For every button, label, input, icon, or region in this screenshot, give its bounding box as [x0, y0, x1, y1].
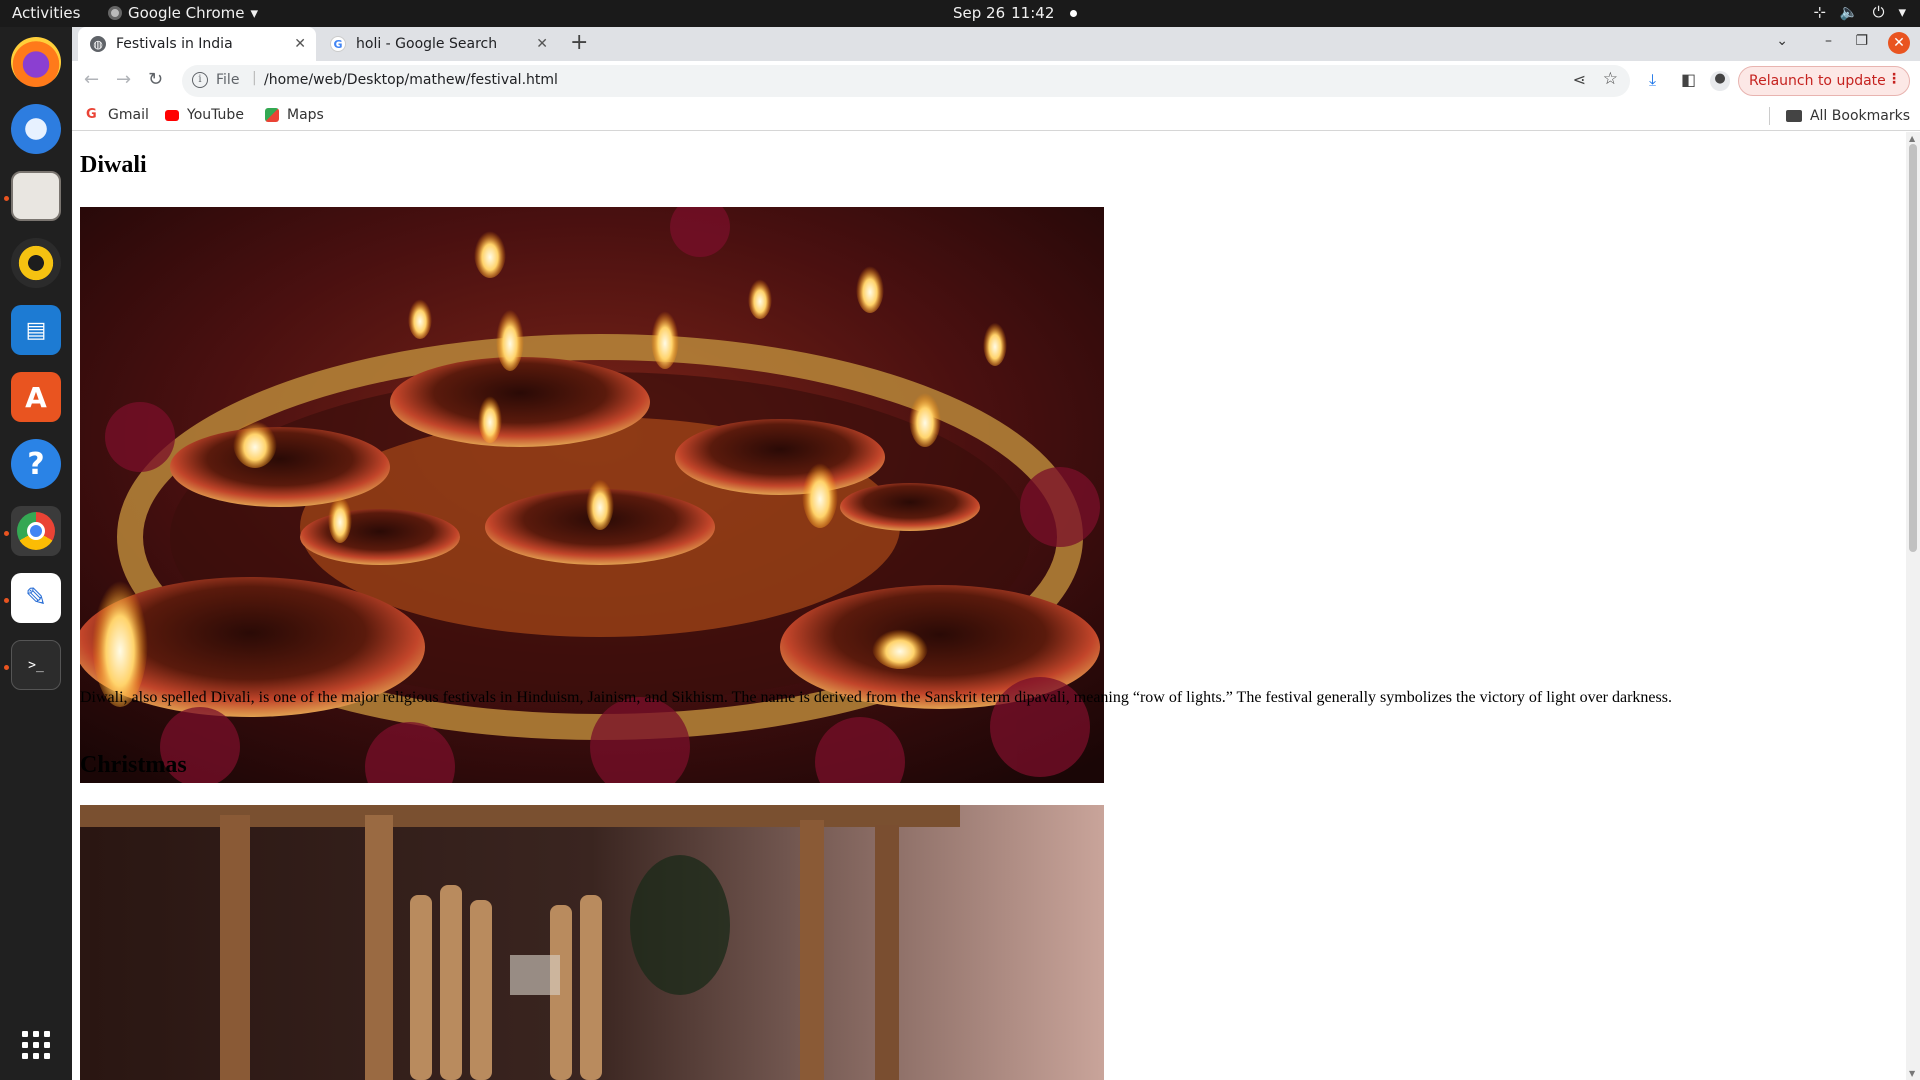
- dock: ▤ A ? ✎ >_: [0, 27, 72, 1080]
- more-menu-icon[interactable]: ⋮: [1887, 71, 1901, 87]
- clock[interactable]: Sep 26 11:42: [953, 4, 1078, 22]
- notification-dot-icon: [1070, 9, 1078, 17]
- network-icon: ⊹: [1813, 3, 1826, 21]
- youtube-icon: [165, 109, 179, 121]
- bookmark-gmail[interactable]: G Gmail: [86, 107, 149, 123]
- diwali-heading: Diwali: [80, 152, 147, 178]
- restore-icon[interactable]: ❐: [1855, 33, 1868, 49]
- thunderbird-icon[interactable]: [11, 104, 61, 154]
- relaunch-label: Relaunch to update: [1749, 73, 1886, 89]
- bookmark-label: YouTube: [187, 107, 244, 123]
- all-bookmarks-label: All Bookmarks: [1809, 108, 1910, 124]
- app-menu-label: Google Chrome: [128, 4, 245, 22]
- volume-icon: 🔈: [1839, 3, 1859, 21]
- system-tray[interactable]: ⊹ 🔈 ⏻ ▾: [1813, 3, 1906, 21]
- profile-avatar-icon[interactable]: ●: [1710, 71, 1730, 91]
- chrome-window: ◍ Festivals in India ✕ G holi - Google S…: [72, 27, 1920, 1080]
- bookmark-star-icon[interactable]: ☆: [1603, 69, 1618, 89]
- address-url[interactable]: /home/web/Desktop/mathew/festival.html: [264, 72, 558, 88]
- firefox-icon[interactable]: [11, 37, 61, 87]
- chrome-dock-icon[interactable]: [11, 506, 61, 556]
- forward-arrow-icon[interactable]: →: [116, 69, 131, 90]
- scrollbar-thumb[interactable]: [1909, 144, 1917, 552]
- scroll-down-icon[interactable]: ▼: [1909, 1069, 1915, 1078]
- close-window-icon[interactable]: ✕: [1888, 32, 1910, 54]
- back-arrow-icon[interactable]: ←: [84, 69, 99, 90]
- address-scheme: File: [216, 72, 240, 88]
- bookmarks-divider: [1768, 107, 1770, 125]
- chevron-down-icon: ▾: [1898, 3, 1906, 21]
- text-editor-icon[interactable]: ✎: [11, 573, 61, 623]
- address-bar[interactable]: i File | /home/web/Desktop/mathew/festiv…: [182, 65, 1630, 97]
- christmas-image: [80, 805, 1104, 1080]
- caret-down-icon: ▾: [250, 4, 259, 22]
- tab-title: Festivals in India: [116, 36, 233, 52]
- files-icon[interactable]: [11, 171, 61, 221]
- clock-date: Sep 26: [953, 4, 1006, 22]
- scroll-up-icon[interactable]: ▲: [1909, 134, 1915, 143]
- info-icon[interactable]: i: [192, 72, 208, 88]
- relaunch-button[interactable]: Relaunch to update ⋮: [1738, 66, 1910, 96]
- address-separator: |: [252, 70, 257, 86]
- christmas-heading: Christmas: [80, 752, 187, 778]
- tab-title: holi - Google Search: [356, 36, 498, 52]
- download-icon[interactable]: ⤓: [1649, 70, 1656, 90]
- google-icon: G: [330, 36, 346, 52]
- globe-icon: ◍: [90, 36, 106, 52]
- app-menu[interactable]: Google Chrome ▾: [108, 4, 258, 22]
- gmail-icon: G: [86, 107, 97, 122]
- system-top-bar: Activities Google Chrome ▾ Sep 26 11:42 …: [0, 0, 1920, 27]
- minimize-icon[interactable]: –: [1825, 33, 1832, 49]
- maps-icon: [265, 108, 279, 122]
- tab-strip: ◍ Festivals in India ✕ G holi - Google S…: [72, 27, 1920, 61]
- help-icon[interactable]: ?: [11, 439, 61, 489]
- diwali-description: Diwali, also spelled Divali, is one of t…: [80, 689, 1672, 706]
- app-center-icon[interactable]: A: [11, 372, 61, 422]
- close-tab-icon[interactable]: ✕: [294, 36, 306, 52]
- all-bookmarks-button[interactable]: All Bookmarks: [1768, 107, 1910, 125]
- bookmark-youtube[interactable]: YouTube: [165, 107, 244, 123]
- page-content: Diwali Diwali, also spelled Divali, is o…: [72, 132, 1906, 1080]
- activities-button[interactable]: Activities: [12, 4, 80, 22]
- reload-icon[interactable]: ↻: [148, 69, 163, 90]
- chrome-icon: [108, 6, 122, 20]
- new-tab-button[interactable]: +: [570, 30, 588, 55]
- side-panel-icon[interactable]: ◧: [1681, 70, 1696, 89]
- bookmark-label: Gmail: [108, 107, 149, 123]
- power-icon: ⏻: [1872, 3, 1885, 21]
- share-icon[interactable]: ⋖: [1573, 70, 1586, 89]
- nativity-scene-photo: [80, 805, 1104, 1080]
- clock-time: 11:42: [1011, 4, 1055, 22]
- bookmark-label: Maps: [287, 107, 324, 123]
- rhythmbox-icon[interactable]: [11, 238, 61, 288]
- bookmarks-bar: G Gmail YouTube Maps All Bookmarks: [72, 101, 1920, 131]
- tab-search-icon[interactable]: ⌄: [1776, 33, 1788, 49]
- bookmark-maps[interactable]: Maps: [265, 107, 324, 123]
- vertical-scrollbar[interactable]: ▲ ▼: [1906, 132, 1920, 1080]
- show-apps-icon[interactable]: [11, 1020, 61, 1070]
- folder-icon: [1785, 110, 1802, 122]
- writer-icon[interactable]: ▤: [11, 305, 61, 355]
- tab-festivals[interactable]: ◍ Festivals in India ✕: [78, 27, 316, 61]
- close-tab-icon[interactable]: ✕: [536, 36, 548, 52]
- toolbar: ← → ↻ i File | /home/web/Desktop/mathew/…: [72, 61, 1920, 101]
- terminal-icon[interactable]: >_: [11, 640, 61, 690]
- tab-holi-search[interactable]: G holi - Google Search ✕: [318, 27, 558, 61]
